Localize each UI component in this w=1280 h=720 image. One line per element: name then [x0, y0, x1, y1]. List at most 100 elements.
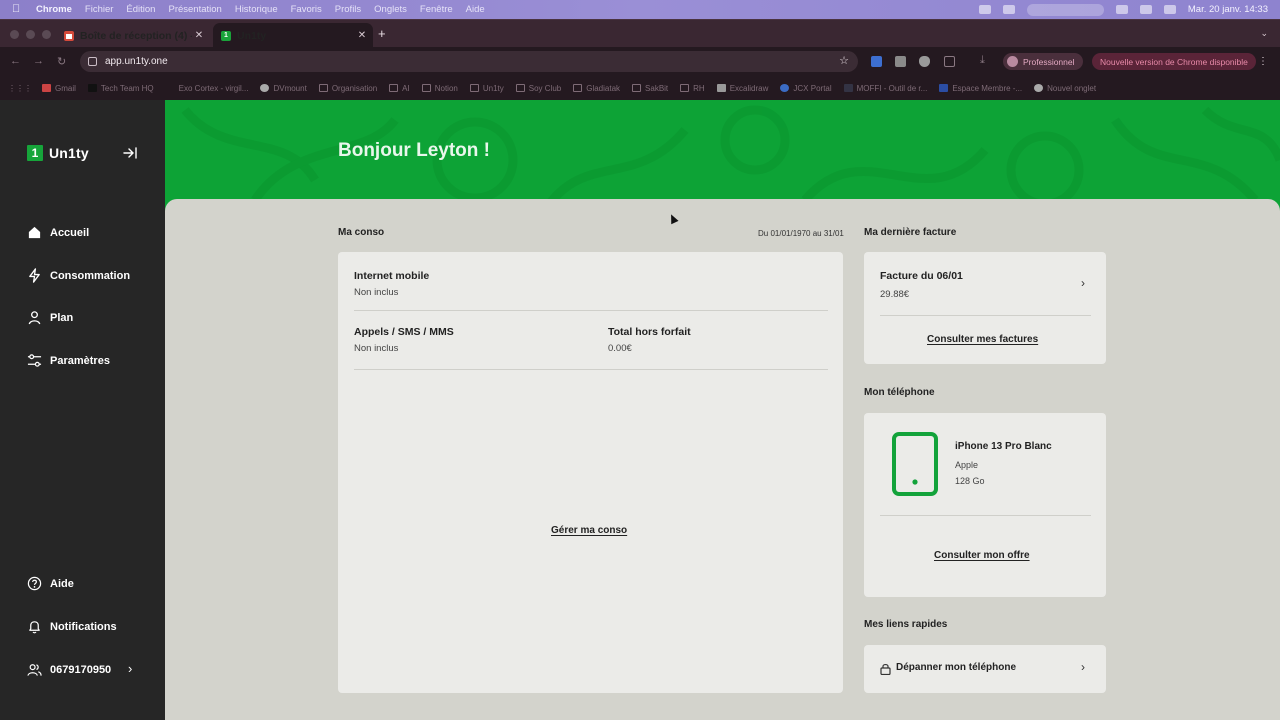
- bookmark[interactable]: Exo Cortex - virgil...: [166, 84, 249, 93]
- wifi-icon[interactable]: [1115, 5, 1128, 14]
- chevron-right-icon: ›: [1081, 276, 1085, 290]
- app-logo[interactable]: 1 Un1ty: [27, 145, 89, 161]
- bookmark[interactable]: Gmail: [42, 84, 76, 93]
- bookmark-label: DVmount: [273, 83, 307, 93]
- bookmark-star-icon[interactable]: ☆: [839, 54, 849, 67]
- forward-icon[interactable]: →: [33, 55, 44, 67]
- sliders-icon: [27, 354, 42, 367]
- internet-value: Non inclus: [354, 287, 399, 298]
- close-tab-icon[interactable]: ✕: [192, 30, 206, 41]
- nav-item-accueil[interactable]: Accueil: [27, 225, 89, 240]
- phone-brand: Apple: [955, 460, 979, 470]
- more-icon[interactable]: ⋮: [1258, 56, 1268, 67]
- site-info-icon[interactable]: [88, 57, 97, 66]
- manage-conso-link[interactable]: Gérer ma conso: [551, 525, 627, 536]
- bookmark-folder[interactable]: RH: [680, 84, 705, 93]
- address-bar[interactable]: app.un1ty.one ☆: [80, 51, 858, 72]
- menu-aide[interactable]: Aide: [466, 4, 485, 15]
- bookmark[interactable]: MOFFI - Outil de r...: [843, 84, 927, 93]
- menu-onglets[interactable]: Onglets: [374, 4, 407, 15]
- bookmark-label: Gmail: [55, 83, 76, 93]
- status-icon[interactable]: [979, 5, 992, 14]
- internet-title: Internet mobile: [354, 270, 430, 282]
- download-icon[interactable]: ⤓: [980, 54, 985, 67]
- puzzle-icon[interactable]: [944, 56, 955, 67]
- apple-icon[interactable]: : [12, 4, 22, 15]
- menu-fichier[interactable]: Fichier: [85, 4, 114, 15]
- bookmark[interactable]: Nouvel onglet: [1034, 84, 1096, 93]
- extension-icon[interactable]: [895, 56, 906, 67]
- nav-label: 0679170950: [50, 663, 112, 676]
- menubar-clock[interactable]: Mar. 20 janv. 14:33: [1188, 4, 1268, 15]
- nav-item-plan[interactable]: Plan: [27, 310, 73, 325]
- bookmark-folder[interactable]: Organisation: [318, 84, 377, 93]
- bookmark-label: Exo Cortex - virgil...: [178, 83, 249, 93]
- close-window-button[interactable]: [10, 30, 19, 39]
- chrome-update-button[interactable]: Nouvelle version de Chrome disponible: [1092, 53, 1256, 70]
- bookmark-favicon-icon: [716, 84, 726, 92]
- menu-presentation[interactable]: Présentation: [168, 4, 221, 15]
- bell-icon: [29, 621, 40, 634]
- bookmarks-bar: ⋮⋮⋮ Gmail Tech Team HQ Exo Cortex - virg…: [0, 76, 1280, 100]
- bookmark-favicon-icon: [780, 84, 790, 92]
- apps-icon[interactable]: ⋮⋮⋮: [8, 84, 32, 93]
- menu-historique[interactable]: Historique: [235, 4, 278, 15]
- nav-item-parametres[interactable]: Paramètres: [27, 353, 110, 368]
- back-icon[interactable]: ←: [10, 55, 21, 67]
- search-icon[interactable]: [1139, 5, 1152, 14]
- tab-search-icon[interactable]: ⌄: [1260, 28, 1268, 39]
- nav-item-aide[interactable]: Aide: [27, 576, 74, 591]
- calls-value: Non inclus: [354, 343, 399, 354]
- menu-app-chrome[interactable]: Chrome: [36, 4, 72, 15]
- nav-item-account[interactable]: 0679170950 ›: [27, 661, 132, 677]
- bookmark-folder[interactable]: Gladiatak: [573, 84, 620, 93]
- folder-icon: [632, 84, 642, 92]
- lock-icon: [880, 663, 891, 675]
- view-offer-link[interactable]: Consulter mon offre: [934, 550, 1030, 561]
- shield-icon[interactable]: [919, 56, 930, 67]
- menu-edition[interactable]: Édition: [126, 4, 155, 15]
- main-content: Ma conso Du 01/01/1970 au 31/01 Internet…: [165, 199, 1280, 720]
- new-tab-button[interactable]: +: [378, 27, 386, 40]
- bookmark[interactable]: DVmount: [260, 83, 307, 93]
- reload-icon[interactable]: ↻: [57, 55, 66, 68]
- bookmark[interactable]: Espace Membre -...: [939, 84, 1022, 93]
- control-center-icon[interactable]: [1163, 5, 1176, 14]
- tab-gmail[interactable]: Boîte de réception (4) - virgi ✕: [56, 23, 210, 48]
- bookmark-folder[interactable]: Soy Club: [515, 84, 561, 93]
- url-text[interactable]: app.un1ty.one: [105, 56, 168, 67]
- nav-item-notifications[interactable]: Notifications: [27, 619, 117, 634]
- unity-icon: 1: [221, 30, 231, 41]
- folder-icon: [515, 84, 525, 92]
- view-invoices-link[interactable]: Consulter mes factures: [927, 334, 1038, 345]
- collapse-sidebar-icon[interactable]: [122, 146, 138, 160]
- extension-icon[interactable]: [871, 56, 882, 67]
- menu-favoris[interactable]: Favoris: [291, 4, 322, 15]
- nav-label: Notifications: [50, 620, 117, 633]
- bookmark-folder[interactable]: SakBit: [632, 84, 668, 93]
- zoom-window-button[interactable]: [42, 30, 51, 39]
- tab-title: Un1ty: [237, 29, 267, 42]
- close-tab-icon[interactable]: ✕: [355, 30, 369, 41]
- bookmark[interactable]: Excalidraw: [716, 84, 768, 93]
- bookmark[interactable]: Tech Team HQ: [87, 84, 154, 93]
- status-icon[interactable]: [1003, 5, 1016, 14]
- tab-unity[interactable]: 1 Un1ty ✕: [213, 23, 373, 48]
- menu-profils[interactable]: Profils: [335, 4, 361, 15]
- bolt-icon: [29, 268, 40, 283]
- menu-fenetre[interactable]: Fenêtre: [420, 4, 453, 15]
- profile-button[interactable]: Professionnel: [1003, 53, 1083, 70]
- bookmark-favicon-icon: [843, 84, 853, 92]
- bookmark-folder[interactable]: AI: [389, 84, 410, 93]
- update-label: Nouvelle version de Chrome disponible: [1100, 56, 1248, 67]
- divider: [354, 369, 828, 370]
- quicklink-troubleshoot[interactable]: Dépanner mon téléphone ›: [864, 645, 1106, 693]
- avatar: [1007, 56, 1018, 67]
- bookmark-folder[interactable]: Notion: [421, 84, 458, 93]
- status-pill[interactable]: [1027, 3, 1104, 16]
- nav-item-consommation[interactable]: Consommation: [27, 268, 130, 283]
- bookmark[interactable]: JCX Portal: [780, 84, 832, 93]
- minimize-window-button[interactable]: [26, 30, 35, 39]
- bookmark-folder[interactable]: Un1ty: [469, 84, 504, 93]
- overage-title: Total hors forfait: [608, 326, 691, 338]
